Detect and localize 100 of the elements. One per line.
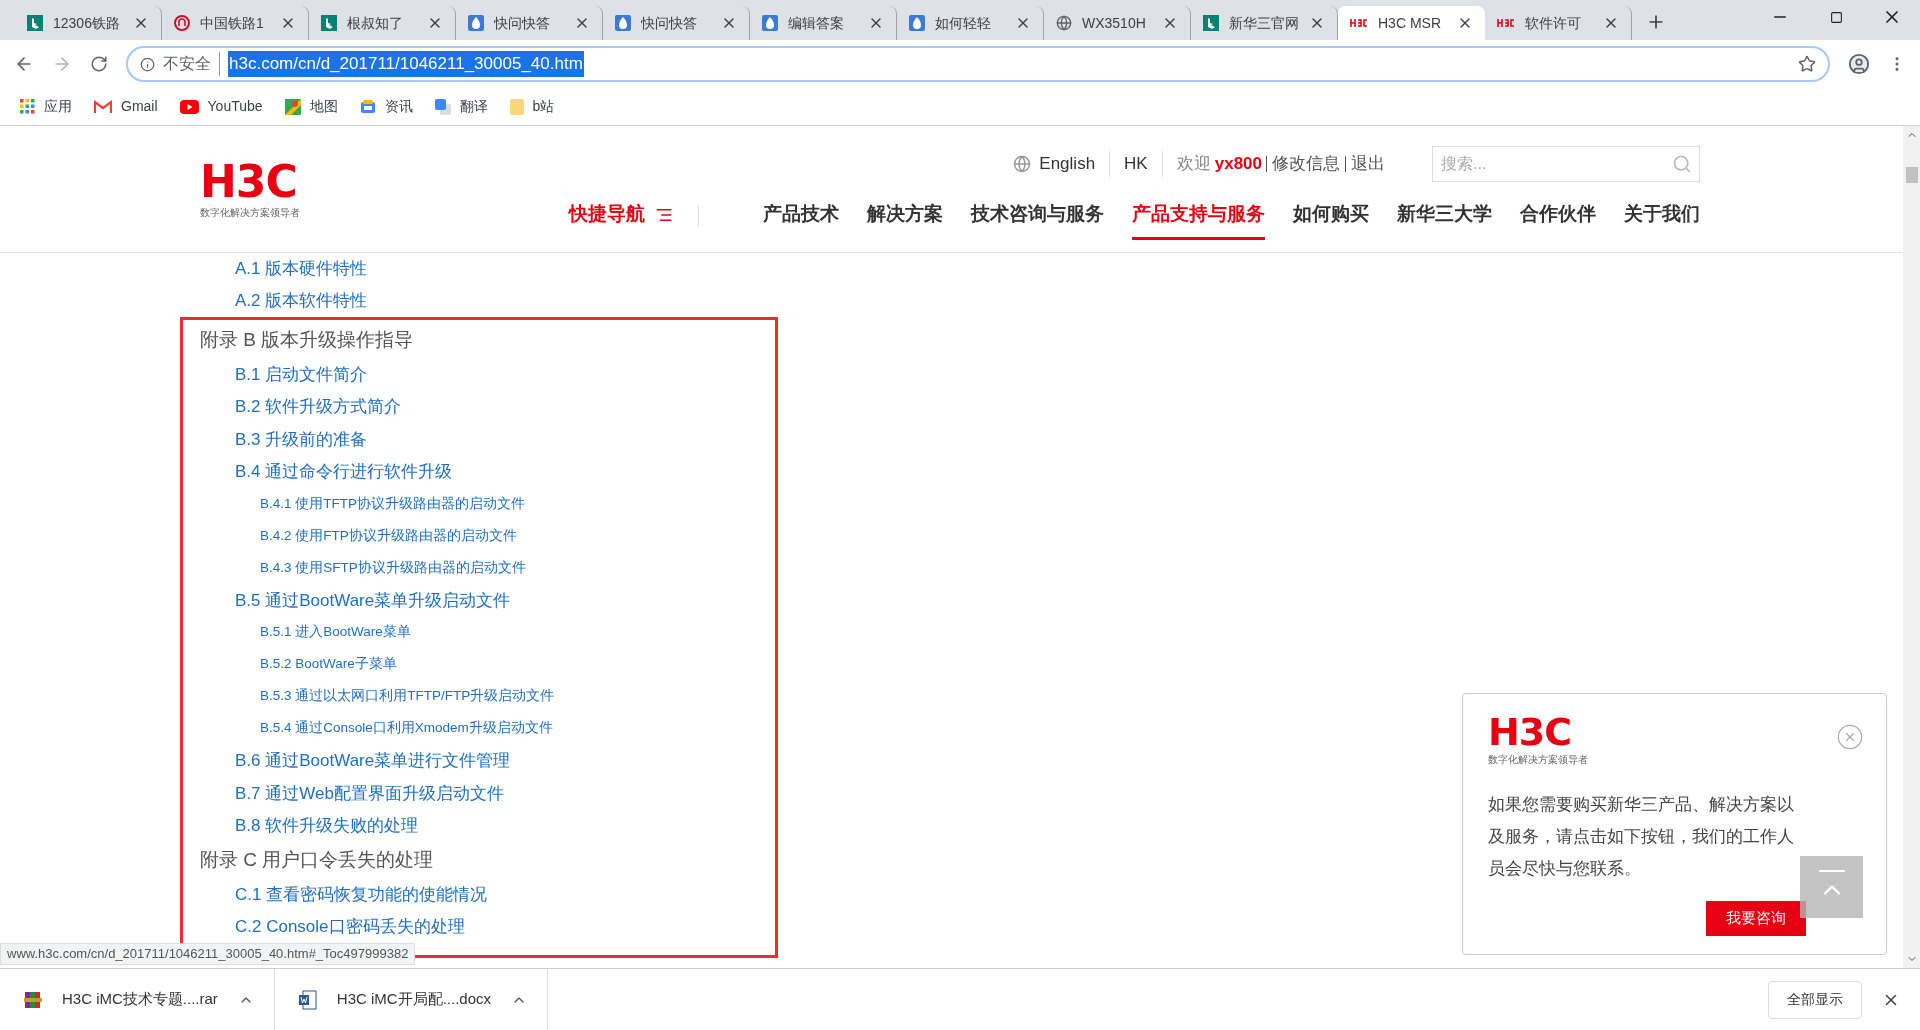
back-to-top-button[interactable] <box>1800 856 1863 918</box>
logo-icon <box>1350 19 1368 27</box>
nav-link[interactable]: 合作伙伴 <box>1520 192 1596 240</box>
reload-icon[interactable] <box>90 55 108 73</box>
bookmark-item[interactable]: 翻译 <box>434 96 488 117</box>
archive-icon <box>24 990 42 1009</box>
browser-tab[interactable]: 快问快答 <box>456 6 603 40</box>
tab-title: 中国铁路1 <box>200 13 265 33</box>
download-item[interactable]: H3C iMC开局配....docx <box>274 969 549 1030</box>
consult-button[interactable]: 我要咨询 <box>1706 901 1806 936</box>
user-name-link[interactable]: yx800 <box>1214 151 1266 177</box>
language-link[interactable]: English <box>1039 151 1111 177</box>
toc-link[interactable]: B.8 软件升级失败的处理 <box>235 813 419 839</box>
toc-link[interactable]: C.2 Console口密码丢失的处理 <box>235 914 465 940</box>
browser-tab[interactable]: 根叔知了 <box>309 6 456 40</box>
info-icon <box>140 56 155 72</box>
nav-link[interactable]: 产品技术 <box>763 192 839 240</box>
account-link[interactable]: 退出 <box>1345 156 1390 172</box>
toc-link[interactable]: B.5.1 进入BootWare菜单 <box>260 622 411 643</box>
toc-link[interactable]: B.6 通过BootWare菜单进行文件管理 <box>235 748 511 774</box>
tab-title: H3C MSR <box>1378 13 1442 33</box>
bookmark-item[interactable]: 应用 <box>20 96 72 117</box>
toc-link[interactable]: B.1 启动文件简介 <box>235 361 368 387</box>
nav-link[interactable]: 技术咨询与服务 <box>971 192 1104 240</box>
tab-title: 新华三官网 <box>1229 13 1299 33</box>
browser-tab[interactable]: WX3510H <box>1044 6 1191 40</box>
scrollbar[interactable] <box>1903 126 1920 968</box>
bookmark-item[interactable]: 地图 <box>284 96 338 117</box>
search-field[interactable]: 搜索... <box>1432 146 1700 182</box>
apps-grid-icon <box>20 99 35 114</box>
toc-link[interactable]: B.4.1 使用TFTP协议升级路由器的启动文件 <box>260 493 526 515</box>
tab-title: 根叔知了 <box>347 13 404 33</box>
browser-tab[interactable]: 软件许可 <box>1485 6 1632 40</box>
news-icon <box>359 98 376 115</box>
drop-icon <box>615 15 631 31</box>
toc-link[interactable]: B.2 软件升级方式简介 <box>235 394 402 420</box>
bookmark-item[interactable]: Gmail <box>94 96 158 117</box>
toc-link[interactable]: B.5.2 BootWare子菜单 <box>260 654 397 675</box>
browser-tab[interactable]: 如何轻轻 <box>897 6 1044 40</box>
bookmark-item[interactable]: YouTube <box>179 96 263 117</box>
browser-tab[interactable]: 12306铁路 <box>15 6 162 40</box>
mail-icon <box>94 99 112 114</box>
globe-icon <box>1056 15 1072 31</box>
logo-icon <box>1497 19 1515 27</box>
toc-link[interactable]: C.1 查看密码恢复功能的使能情况 <box>235 881 488 907</box>
logo-tagline: 数字化解决方案领导者 <box>200 208 300 218</box>
nav-link[interactable]: 解决方案 <box>867 192 943 240</box>
status-url: www.h3c.com/cn/d_201711/1046211_30005_40.htm#_Toc497999382 <box>0 943 416 965</box>
toc-link[interactable]: B.3 升级前的准备 <box>235 426 368 452</box>
browser-tab[interactable]: 快问快答 <box>603 6 750 40</box>
restore-icon[interactable] <box>1829 10 1843 24</box>
folder-icon <box>509 98 524 115</box>
toc-link[interactable]: B.7 通过Web配置界面升级启动文件 <box>235 780 504 806</box>
show-all-button[interactable]: 全部显示 <box>1768 980 1862 1019</box>
toc-link[interactable]: B.4.2 使用FTP协议升级路由器的启动文件 <box>260 525 517 547</box>
nav-link[interactable]: 快捷导航 <box>569 192 673 240</box>
bookmark-item[interactable]: b站 <box>509 96 555 117</box>
toc-link[interactable]: B.5.3 通过以太网口利用TFTP/FTP升级启动文件 <box>260 686 555 707</box>
nav-link[interactable]: 产品支持与服务 <box>1132 192 1265 240</box>
tab-title: 软件许可 <box>1525 13 1582 33</box>
region-link[interactable]: HK <box>1110 151 1163 177</box>
toc-link[interactable]: 附录 C 用户口令丢失的处理 <box>200 845 434 875</box>
toc-link[interactable]: B.5 通过BootWare菜单升级启动文件 <box>235 587 511 613</box>
nav-link[interactable]: 关于我们 <box>1624 192 1700 240</box>
toc-link[interactable]: B.4.3 使用SFTP协议升级路由器的启动文件 <box>260 557 526 579</box>
popup-message: 如果您需要购买新华三产品、解决方案以及服务，请点击如下按钮，我们的工作人员会尽快与您联系。 <box>1488 794 1795 880</box>
bookmark-star-icon[interactable] <box>1798 55 1816 73</box>
nav-link[interactable]: 新华三大学 <box>1397 192 1492 240</box>
logo-wordmark: H3C <box>200 160 297 204</box>
b-logo-icon <box>1203 15 1219 31</box>
bookmark-item[interactable]: 资讯 <box>359 96 413 117</box>
toc-link[interactable]: B.4 通过命令行进行软件升级 <box>235 459 453 485</box>
b-logo-icon <box>321 15 337 31</box>
logo-wordmark: H3C <box>1488 713 1572 751</box>
toc-link[interactable]: 附录 B 版本升级操作指导 <box>200 325 414 355</box>
b-logo-icon <box>27 15 43 31</box>
browser-tab[interactable]: H3C MSR <box>1338 6 1485 40</box>
account-link[interactable]: 修改信息 <box>1266 156 1345 172</box>
scrollbar-thumb[interactable] <box>1905 167 1918 183</box>
logo-tagline: 数字化解决方案领导者 <box>1488 755 1588 765</box>
drop-icon <box>468 15 484 31</box>
drop-icon <box>762 15 778 31</box>
tab-title: 快问快答 <box>494 13 551 33</box>
toc-link[interactable]: B.5.4 通过Console口利用Xmodem升级启动文件 <box>260 718 553 739</box>
browser-tab[interactable]: 中国铁路1 <box>162 6 309 40</box>
browser-tab[interactable]: 编辑答案 <box>750 6 897 40</box>
tab-title: WX3510H <box>1082 13 1147 33</box>
browser-tab[interactable]: 新华三官网 <box>1191 6 1338 40</box>
nav-link[interactable]: 如何购买 <box>1293 192 1369 240</box>
url-text: h3c.com/cn/d_201711/1046211_30005_40.htm <box>228 51 584 77</box>
document-icon <box>298 989 317 1010</box>
toc-link[interactable]: A.1 版本硬件特性 <box>235 256 368 282</box>
tab-title: 如何轻轻 <box>935 13 992 33</box>
profile-icon[interactable] <box>1848 53 1870 75</box>
translate-icon <box>434 98 451 115</box>
address-bar[interactable]: 不安全 h3c.com/cn/d_201711/1046211_30005_40.htm <box>126 46 1830 82</box>
toc-link[interactable]: A.2 版本软件特性 <box>235 288 368 314</box>
download-item[interactable]: H3C iMC技术专题....rar <box>0 969 275 1030</box>
tab-title: 12306铁路 <box>53 13 121 33</box>
security-label: 不安全 <box>163 52 220 76</box>
